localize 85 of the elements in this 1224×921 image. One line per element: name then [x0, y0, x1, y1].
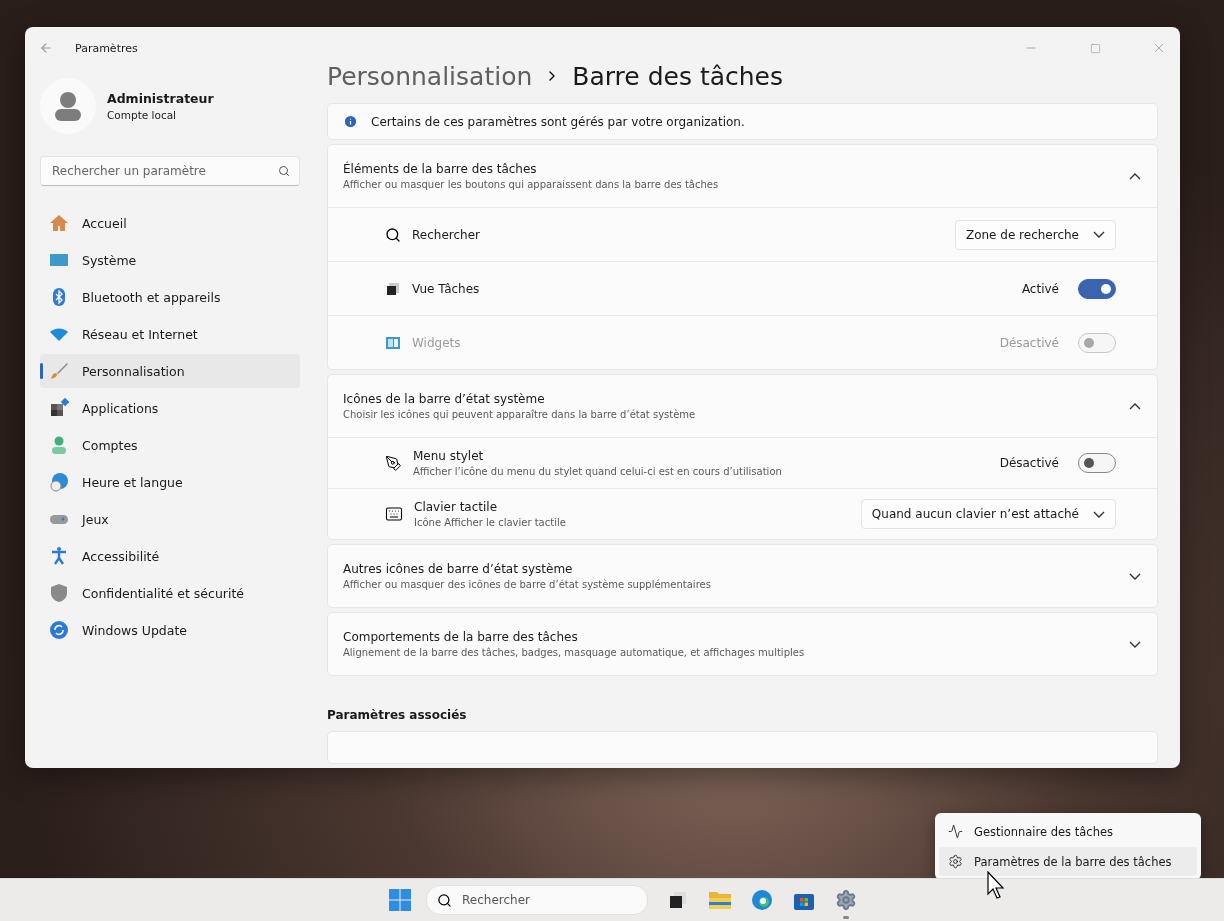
nav-item[interactable]: Accessibilité: [40, 539, 300, 573]
chevron-down-icon: [1093, 231, 1105, 239]
chevron-up-icon: [1129, 402, 1141, 410]
section-header[interactable]: Comportements de la barre des tâches Alignement de la barre des tâches, badges, masquage automatique, et affichages multiples: [328, 613, 1157, 676]
gear-icon: [835, 889, 857, 911]
folder-icon: [708, 890, 732, 910]
section-description: Afficher ou masquer les boutons qui apparaissent dans la barre des tâches: [343, 179, 720, 191]
maximize-icon: [1089, 42, 1101, 54]
toggle-switch[interactable]: [1078, 453, 1116, 474]
page-title: Barre des tâches: [572, 62, 784, 91]
nav-item[interactable]: Windows Update: [40, 613, 300, 647]
nav-item[interactable]: Système: [40, 243, 300, 277]
section-title: Éléments de la barre des tâches: [343, 162, 538, 177]
nav-item[interactable]: Heure et langue: [40, 465, 300, 499]
search-icon: [437, 892, 452, 908]
selection-indicator: [40, 363, 43, 379]
section-title: Autres icônes de barre d’état système: [343, 562, 574, 577]
chevron-up-icon: [1129, 172, 1141, 180]
close-icon: [1152, 41, 1166, 55]
section-title: Comportements de la barre des tâches: [343, 630, 579, 645]
menu-item[interactable]: Paramètres de la barre des tâches: [939, 847, 1197, 876]
setting-label: Rechercher: [412, 227, 481, 242]
setting-description: Icône Afficher le clavier tactile: [414, 517, 567, 529]
chevron-down-icon: [1129, 572, 1141, 580]
apps-icon: [49, 398, 69, 418]
search-field[interactable]: Rechercher un paramètre: [40, 156, 300, 186]
windows-logo-icon: [389, 889, 411, 911]
keyboard-icon: [385, 505, 403, 524]
pen-icon: [385, 454, 402, 472]
setting-label: Menu stylet: [413, 449, 485, 464]
browser-icon: [751, 889, 773, 911]
section-description: Afficher ou masquer des icônes de barre d’état système supplémentaires: [343, 579, 712, 591]
globe-clock-icon: [49, 472, 69, 492]
info-icon: [343, 114, 358, 130]
section-header[interactable]: Icônes de la barre d’état système Choisir les icônes qui peuvent apparaître dans la barre d’état système: [328, 375, 1157, 438]
setting-label: Widgets: [412, 335, 462, 350]
section-title: Icônes de la barre d’état système: [343, 392, 546, 407]
widgets-icon: [385, 334, 401, 351]
task-view-icon: [668, 890, 688, 910]
task-view-icon: [385, 280, 401, 297]
search-input[interactable]: Rechercher un paramètre: [50, 163, 278, 179]
nav-item[interactable]: Applications: [40, 391, 300, 425]
dropdown[interactable]: Zone de recherche: [954, 219, 1116, 250]
window-title: Paramètres: [75, 41, 139, 55]
sync-icon: [49, 620, 69, 640]
search-icon: [278, 165, 290, 177]
search-icon: [385, 226, 401, 243]
chevron-down-icon: [1093, 510, 1105, 518]
house-icon: [49, 213, 69, 233]
section-heading: Paramètres associés: [327, 708, 468, 723]
person-silhouette-icon: [54, 91, 82, 121]
nav-item[interactable]: Comptes: [40, 428, 300, 462]
section-header[interactable]: Éléments de la barre des tâches Afficher ou masquer les boutons qui apparaissent dans la barre des tâches: [328, 145, 1157, 208]
dropdown[interactable]: Quand aucun clavier n’est attaché: [860, 499, 1116, 530]
setting-description: Afficher l’icône du menu du stylet quand celui-ci est en cours d’utilisation: [413, 466, 783, 478]
notice-text: Certains de ces paramètres sont gérés par votre organization.: [371, 114, 745, 129]
chevron-down-icon: [1129, 640, 1141, 648]
setting-label: Vue Tâches: [412, 281, 481, 296]
accessibility-icon: [49, 546, 69, 566]
shield-icon: [49, 583, 69, 603]
brush-icon: [49, 361, 69, 381]
breadcrumb-link[interactable]: Personnalisation: [327, 62, 533, 91]
nav-item[interactable]: Accueil: [40, 206, 300, 240]
section-header[interactable]: Autres icônes de barre d’état système Afficher ou masquer des icônes de barre d’état système supplémentaires: [328, 545, 1157, 608]
nav-item[interactable]: Bluetooth et appareils: [40, 280, 300, 314]
nav-item[interactable]: Confidentialité et sécurité: [40, 576, 300, 610]
setting-label: Clavier tactile: [414, 500, 499, 515]
section-description: Choisir les icônes qui peuvent apparaître dans la barre d’état système: [343, 409, 697, 421]
toggle-state-label: Désactivé: [999, 456, 1059, 471]
user-name: Administrateur: [107, 91, 214, 106]
toggle-state-label: Activé: [1021, 281, 1059, 296]
back-icon[interactable]: [39, 41, 53, 55]
search-input[interactable]: Rechercher: [460, 892, 614, 908]
toggle-switch[interactable]: [1078, 278, 1116, 299]
nav-item[interactable]: Personnalisation: [40, 354, 300, 388]
account-type: Compte local: [107, 109, 178, 121]
nav-item[interactable]: Jeux: [40, 502, 300, 536]
nav-item[interactable]: Réseau et Internet: [40, 317, 300, 351]
toggle-state-label: Désactivé: [999, 335, 1059, 350]
taskbar-search-field[interactable]: Rechercher: [426, 885, 648, 915]
section-description: Alignement de la barre des tâches, badges, masquage automatique, et affichages multiples: [343, 647, 806, 659]
activity-icon: [948, 824, 963, 839]
person-icon: [49, 435, 69, 455]
menu-item[interactable]: Gestionnaire des tâches: [939, 817, 1197, 846]
settings-icon: [948, 854, 963, 869]
